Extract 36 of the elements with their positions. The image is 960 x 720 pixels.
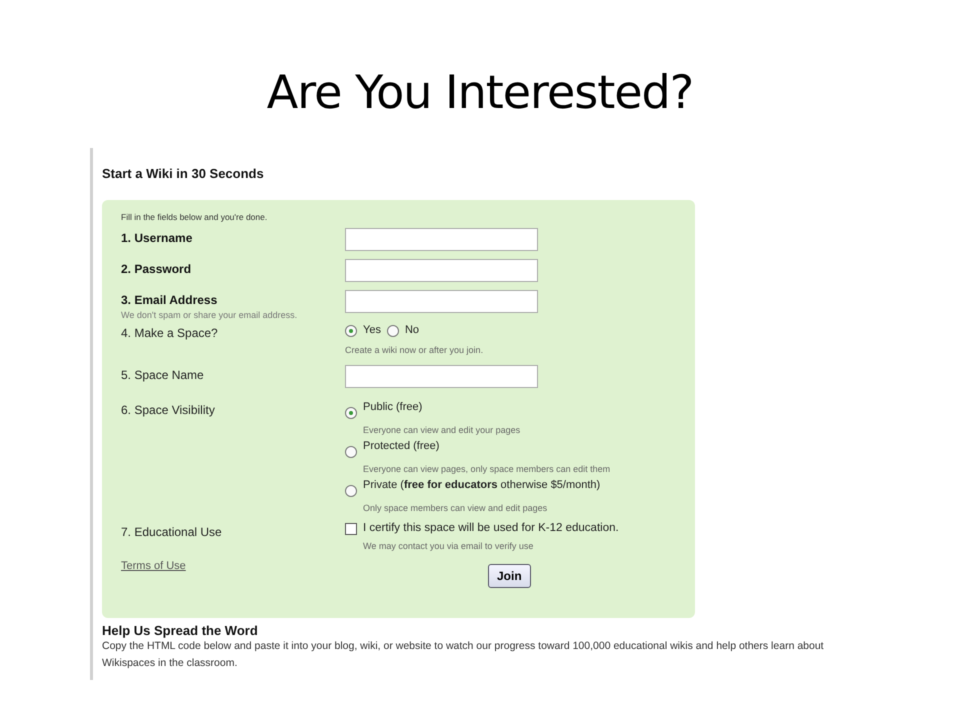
section-heading: Help Us Spread the Word bbox=[102, 623, 259, 638]
join-button[interactable]: Join bbox=[488, 564, 531, 588]
intro-text: Fill in the fields below and you're done. bbox=[121, 212, 268, 224]
radio-button[interactable] bbox=[345, 407, 357, 419]
field-label: 3. Email Address bbox=[121, 292, 218, 308]
field-label: 1. Username bbox=[121, 230, 194, 246]
terms-link[interactable]: Terms of Use bbox=[121, 560, 488, 572]
input-field[interactable] bbox=[345, 259, 538, 282]
field-label: 4. Make a Space? bbox=[121, 325, 219, 341]
hint-text: Everyone can view pages, only space members can edit them bbox=[363, 464, 610, 476]
field-label: 2. Password bbox=[121, 261, 192, 277]
hint-text: Only space members can view and edit pages bbox=[363, 503, 548, 515]
field-label: 5. Space Name bbox=[121, 367, 205, 383]
option-label: Private (free for educators otherwise $5/month) bbox=[363, 478, 600, 492]
checkbox[interactable] bbox=[345, 523, 357, 535]
input-field[interactable] bbox=[345, 290, 538, 313]
radio-button[interactable] bbox=[345, 325, 357, 337]
option-label: Yes bbox=[363, 323, 381, 337]
section-paragraph: Copy the HTML code below and paste it into your blog, wiki, or website to watch our progress toward 100,000 educational wikis and help others learn about Wikispaces in the classroom. bbox=[102, 639, 825, 671]
input-field[interactable] bbox=[345, 365, 538, 388]
input-field[interactable] bbox=[345, 228, 538, 251]
hint-text: Everyone can view and edit your pages bbox=[363, 425, 522, 437]
radio-button[interactable] bbox=[386, 325, 399, 337]
slide-title: Are You Interested? bbox=[266, 64, 694, 121]
field-label: 7. Educational Use bbox=[121, 524, 223, 540]
hint-text: Create a wiki now or after you join. bbox=[345, 345, 484, 357]
checkbox-label: I certify this space will be used for K-12 education. bbox=[363, 522, 619, 534]
radio-button[interactable] bbox=[345, 485, 357, 497]
option-label: No bbox=[404, 323, 420, 337]
hint-text: We don't spam or share your email address. bbox=[121, 310, 298, 320]
radio-button[interactable] bbox=[345, 446, 357, 458]
form-heading: Start a Wiki in 30 Seconds bbox=[102, 165, 265, 183]
hint-text: We may contact you via email to verify use bbox=[363, 541, 534, 553]
option-label: Protected (free) bbox=[363, 439, 440, 453]
option-label: Public (free) bbox=[363, 400, 422, 414]
field-label: 6. Space Visibility bbox=[121, 402, 216, 418]
